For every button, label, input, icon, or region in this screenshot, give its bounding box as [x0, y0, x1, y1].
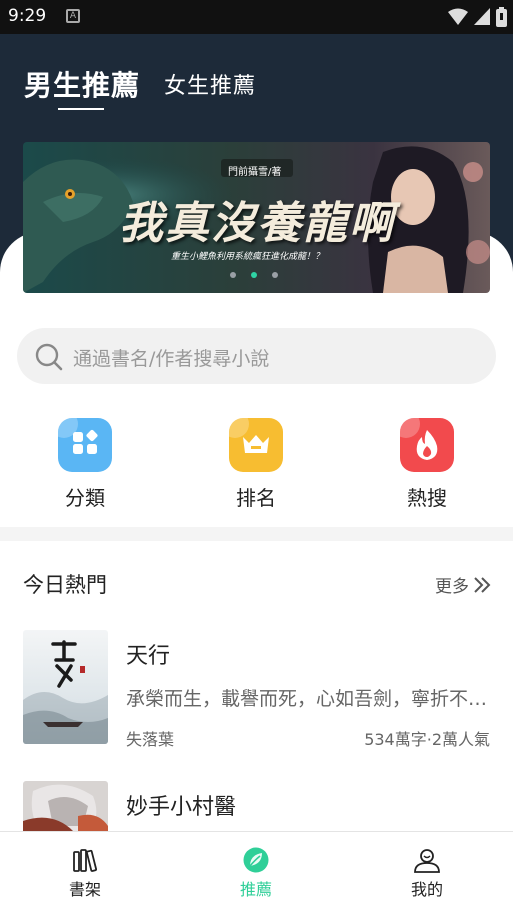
- banner-dot-active[interactable]: [251, 272, 257, 278]
- tab-male-recommend[interactable]: 男生推薦: [24, 64, 140, 104]
- banner-subtitle: 重生小鯉魚利用系統瘋狂進化成龍！？: [171, 252, 325, 262]
- book-meta: 534萬字·2萬人氣: [364, 730, 490, 749]
- banner-pagination[interactable]: [230, 272, 278, 278]
- more-button[interactable]: 更多: [435, 572, 491, 597]
- more-label: 更多: [435, 577, 469, 597]
- bookshelf-icon: [73, 849, 98, 872]
- banner-dot[interactable]: [230, 272, 236, 278]
- notification-icon: A: [66, 9, 80, 23]
- category-button[interactable]: 分類: [25, 418, 145, 511]
- book-description: 承榮而生，載譽而死，心如吾劍，寧折不屈。: [126, 688, 498, 710]
- crown-icon: [229, 418, 283, 472]
- promo-banner[interactable]: 門前攝雪/著 我真沒養龍啊 重生小鯉魚利用系統瘋狂進化成龍！？: [23, 142, 490, 293]
- nav-bookshelf-label: 書架: [68, 880, 101, 899]
- search-placeholder: 通過書名/作者搜尋小說: [73, 348, 270, 370]
- bottom-navigation: 書架 推薦 我的: [0, 831, 513, 912]
- book-item[interactable]: 妙手小村醫: [23, 781, 490, 831]
- nav-recommend[interactable]: 推薦: [196, 846, 316, 900]
- wifi-icon: [448, 8, 468, 25]
- category-label: 分類: [65, 486, 105, 510]
- profile-icon: [414, 849, 440, 873]
- status-bar: 9:29 A: [0, 0, 513, 34]
- ranking-button[interactable]: 排名: [196, 418, 316, 511]
- flame-icon: [400, 418, 454, 472]
- banner-title: 我真沒養龍啊: [119, 198, 395, 249]
- double-chevron-right-icon: [474, 576, 491, 593]
- signal-icon: [474, 8, 490, 25]
- nav-profile[interactable]: 我的: [367, 846, 487, 900]
- search-icon: [35, 343, 63, 371]
- section-title: 今日熱門: [23, 573, 107, 597]
- nav-bookshelf[interactable]: 書架: [25, 846, 145, 900]
- banner-author: 門前攝雪/著: [228, 167, 282, 178]
- book-title[interactable]: 天行: [126, 638, 170, 670]
- status-icons: [448, 7, 507, 27]
- book-title[interactable]: 妙手小村醫: [126, 789, 236, 821]
- section-divider: [0, 527, 513, 541]
- ranking-label: 排名: [236, 486, 276, 510]
- search-bar[interactable]: 通過書名/作者搜尋小說: [17, 328, 496, 384]
- battery-icon: [496, 7, 507, 27]
- active-tab-indicator: [58, 108, 104, 110]
- book-cover[interactable]: [23, 781, 108, 831]
- nav-profile-label: 我的: [410, 880, 443, 899]
- book-cover[interactable]: [23, 630, 108, 744]
- recommend-leaf-icon: [243, 847, 269, 873]
- book-item[interactable]: 天行 承榮而生，載譽而死，心如吾劍，寧折不屈。 失落葉 534萬字·2萬人氣: [23, 630, 498, 749]
- hot-search-label: 熱搜: [407, 486, 447, 510]
- hot-search-button[interactable]: 熱搜: [367, 418, 487, 511]
- category-grid-icon: [58, 418, 112, 472]
- status-time: 9:29: [8, 6, 47, 26]
- banner-dot[interactable]: [272, 272, 278, 278]
- nav-recommend-label: 推薦: [239, 880, 272, 899]
- tab-female-recommend[interactable]: 女生推薦: [164, 68, 256, 100]
- book-author: 失落葉: [126, 730, 175, 749]
